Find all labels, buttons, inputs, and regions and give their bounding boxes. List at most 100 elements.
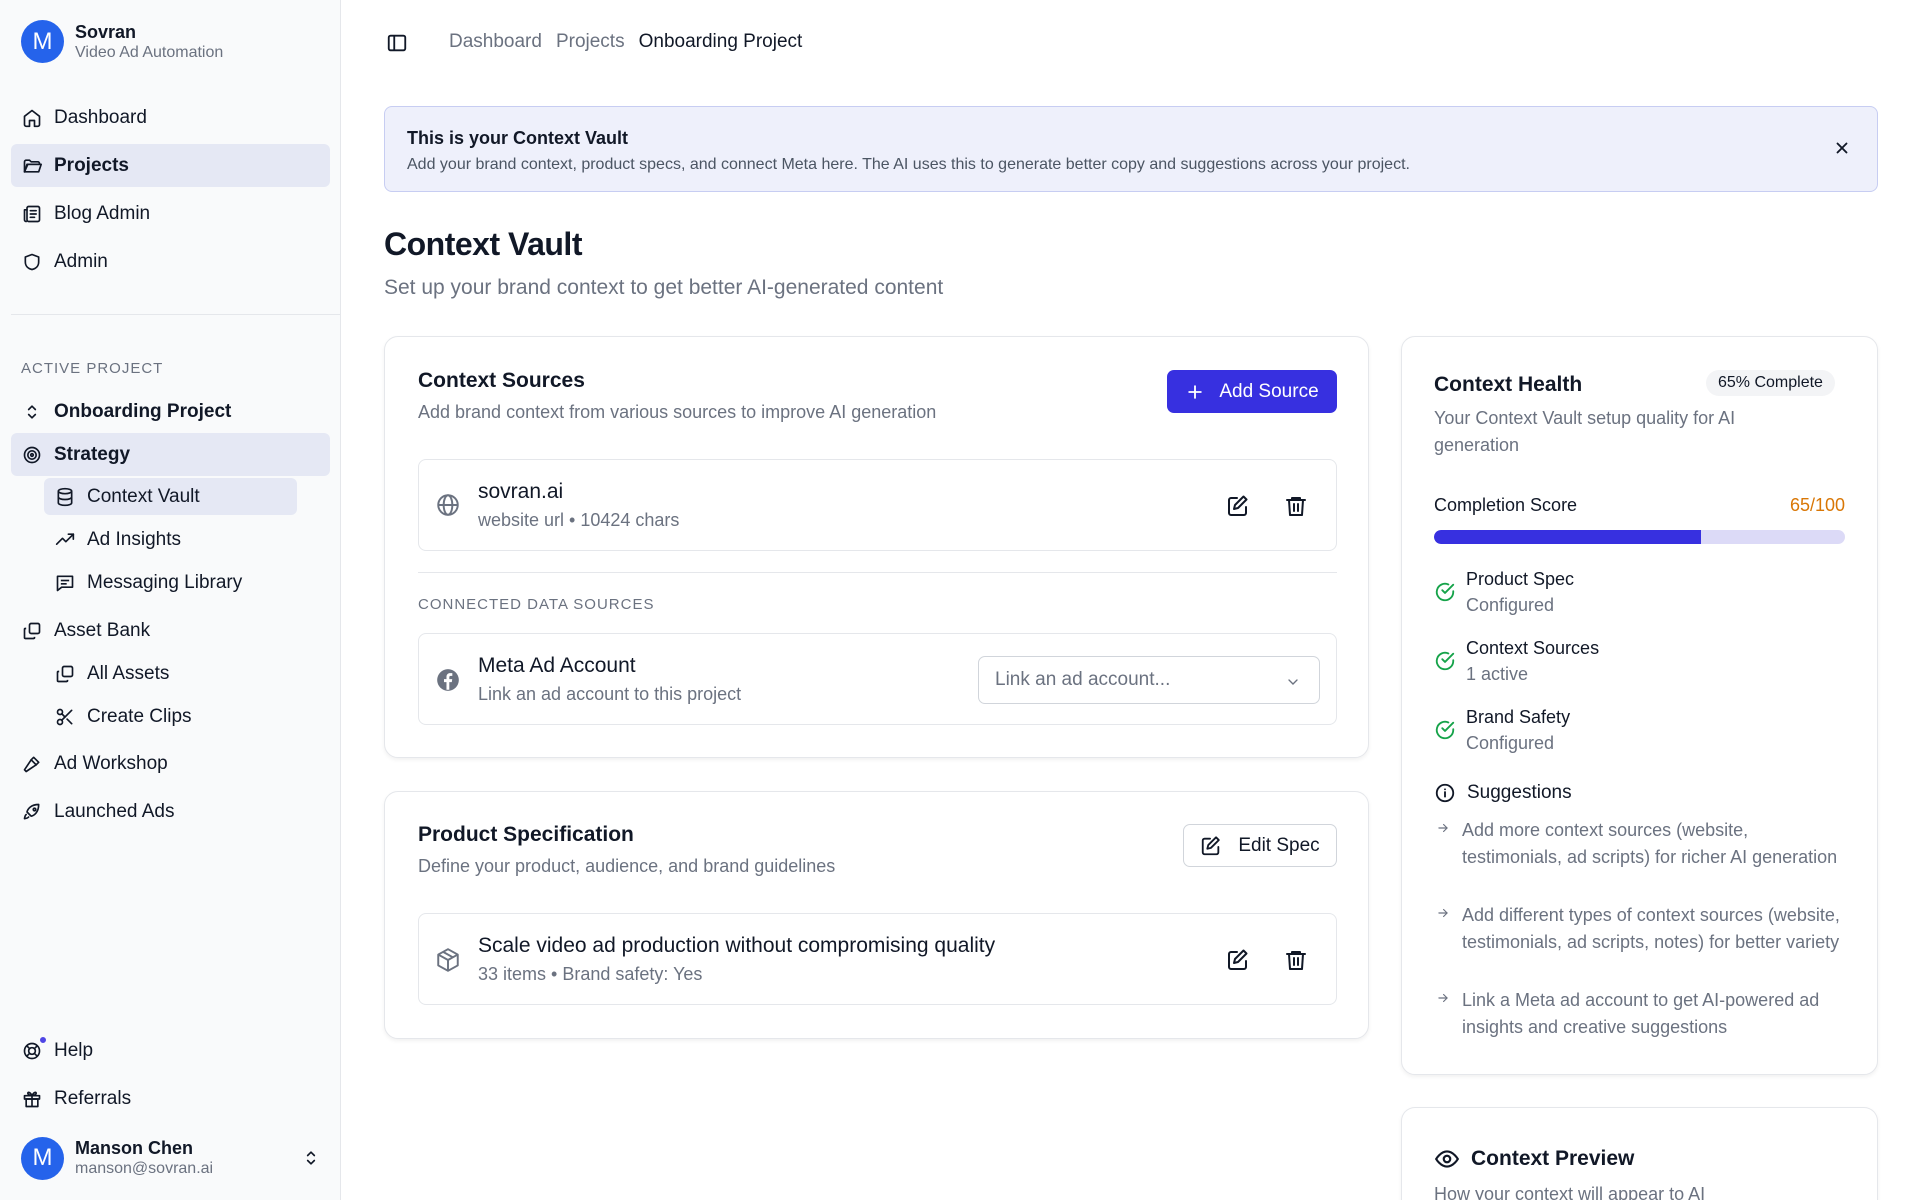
context-sources-card: Context Sources Add brand context from v… (384, 336, 1369, 758)
meta-account-sub: Link an ad account to this project (478, 684, 742, 704)
source-meta: website url • 10424 chars (478, 510, 680, 530)
check-status: Configured (1466, 733, 1555, 753)
progress-fill (1434, 530, 1702, 544)
spec-meta: 33 items • Brand safety: Yes (478, 964, 703, 984)
chevron-down-icon (1288, 679, 1298, 685)
sidebar-item-messaging-library[interactable]: Messaging Library (44, 564, 297, 601)
newspaper-icon (23, 205, 41, 222)
package-icon (437, 948, 459, 972)
card-title: Product Specification (418, 823, 634, 846)
sidebar-item-context-vault[interactable]: Context Vault (44, 478, 297, 515)
context-preview-card: Context Preview How your context will ap… (1401, 1107, 1878, 1200)
shield-icon (24, 253, 40, 270)
preview-subtitle: How your context will appear to AI (1434, 1184, 1706, 1200)
check-title: Product Spec (1466, 569, 1575, 589)
breadcrumb-current: Onboarding Project (638, 31, 803, 52)
card-title: Context Health (1434, 373, 1583, 396)
completion-badge: 65% Complete (1706, 370, 1835, 396)
user-menu[interactable]: M Manson Chen manson@sovran.ai (21, 1135, 321, 1181)
database-icon (57, 487, 73, 506)
edit-spec-button[interactable]: Edit Spec (1183, 824, 1337, 867)
app-name: Sovran (75, 21, 137, 42)
sidebar-item-create-clips[interactable]: Create Clips (44, 698, 297, 735)
sidebar-item-ad-insights[interactable]: Ad Insights (44, 521, 297, 558)
meta-account-item: Meta Ad Account Link an ad account to th… (418, 633, 1337, 725)
sidebar-item-strategy[interactable]: Strategy (11, 433, 330, 476)
add-source-button[interactable]: Add Source (1167, 370, 1337, 413)
sidebar-item-help[interactable]: Help (11, 1029, 330, 1072)
close-icon[interactable] (1833, 139, 1851, 157)
app-brand[interactable]: M Sovran Video Ad Automation (21, 20, 223, 63)
project-name: Onboarding Project (54, 400, 232, 422)
spec-item[interactable]: Scale video ad production without compro… (418, 913, 1337, 1005)
sidebar-item-referrals[interactable]: Referrals (11, 1077, 330, 1120)
source-item[interactable]: sovran.ai website url • 10424 chars (418, 459, 1337, 551)
message-square-icon (56, 575, 74, 591)
chevrons-up-down-icon (306, 1151, 316, 1165)
sidebar-item-label: Create Clips (87, 705, 192, 727)
connected-sources-label: CONNECTED DATA SOURCES (418, 596, 655, 613)
sidebar-divider (11, 314, 341, 315)
edit-icon[interactable] (1226, 494, 1250, 518)
breadcrumb-dashboard[interactable]: Dashboard (449, 31, 542, 53)
app-avatar: M (21, 20, 64, 63)
target-icon (23, 446, 41, 463)
check-circle-icon (1435, 651, 1455, 671)
card-subtitle: Define your product, audience, and brand… (418, 856, 836, 876)
trash-icon[interactable] (1284, 948, 1308, 972)
sidebar-item-launched-ads[interactable]: Launched Ads (11, 790, 330, 833)
sidebar-item-asset-bank[interactable]: Asset Bank (11, 609, 330, 652)
ad-account-select[interactable]: Link an ad account... (978, 656, 1320, 704)
rocket-icon (23, 803, 40, 819)
sidebar-item-label: Ad Workshop (54, 752, 168, 774)
suggestion-item: Link a Meta ad account to get AI-powered… (1434, 987, 1844, 1041)
sidebar-item-all-assets[interactable]: All Assets (44, 655, 297, 692)
completion-progress-bar (1434, 530, 1845, 544)
breadcrumb-projects[interactable]: Projects (556, 31, 625, 53)
product-spec-card: Product Specification Define your produc… (384, 791, 1369, 1039)
sidebar-item-admin[interactable]: Admin (11, 240, 330, 283)
scissors-icon (56, 708, 73, 725)
project-switcher[interactable]: Onboarding Project (11, 390, 330, 433)
arrow-right-icon (1438, 993, 1448, 1003)
context-health-card: Context Health 65% Complete Your Context… (1401, 336, 1878, 1075)
sidebar-item-label: Projects (54, 154, 129, 176)
check-status: Configured (1466, 595, 1555, 615)
card-subtitle-line1: Your Context Vault setup quality for AI (1434, 408, 1736, 428)
edit-icon[interactable] (1226, 948, 1250, 972)
breadcrumb: Dashboard Projects Onboarding Project (449, 31, 816, 53)
home-icon (23, 109, 41, 127)
sidebar-item-dashboard[interactable]: Dashboard (11, 96, 330, 139)
edit-icon (1202, 835, 1221, 855)
check-circle-icon (1435, 582, 1455, 602)
sidebar-item-projects[interactable]: Projects (11, 144, 330, 187)
plus-icon (1188, 384, 1203, 399)
sidebar-item-blog-admin[interactable]: Blog Admin (11, 192, 330, 235)
sidebar-item-label: Strategy (54, 443, 131, 465)
card-title: Context Sources (418, 369, 585, 392)
card-subtitle: Add brand context from various sources t… (418, 402, 937, 422)
sidebar-toggle-icon[interactable] (386, 32, 408, 54)
arrow-right-icon (1438, 823, 1448, 833)
facebook-icon (437, 669, 459, 691)
check-title: Context Sources (1466, 638, 1600, 658)
sidebar-item-label: Messaging Library (87, 571, 243, 593)
copy-icon (23, 622, 41, 639)
globe-icon (437, 494, 459, 516)
sidebar-item-ad-workshop[interactable]: Ad Workshop (11, 742, 330, 785)
suggestions-heading: Suggestions (1434, 782, 1572, 804)
active-project-label: ACTIVE PROJECT (21, 360, 164, 377)
section-divider (418, 572, 1337, 573)
source-name: sovran.ai (478, 480, 564, 503)
preview-heading: Context Preview (1434, 1146, 1634, 1172)
user-email: manson@sovran.ai (75, 1160, 214, 1177)
sidebar-item-label: Dashboard (54, 106, 147, 128)
hammer-icon (23, 756, 40, 772)
info-banner: This is your Context Vault Add your bran… (384, 106, 1878, 192)
info-icon (1435, 783, 1455, 803)
user-avatar: M (21, 1136, 64, 1180)
arrow-right-icon (1438, 908, 1448, 918)
trash-icon[interactable] (1284, 494, 1308, 518)
user-name: Manson Chen (75, 1138, 194, 1158)
suggestions-title: Suggestions (1467, 782, 1572, 803)
